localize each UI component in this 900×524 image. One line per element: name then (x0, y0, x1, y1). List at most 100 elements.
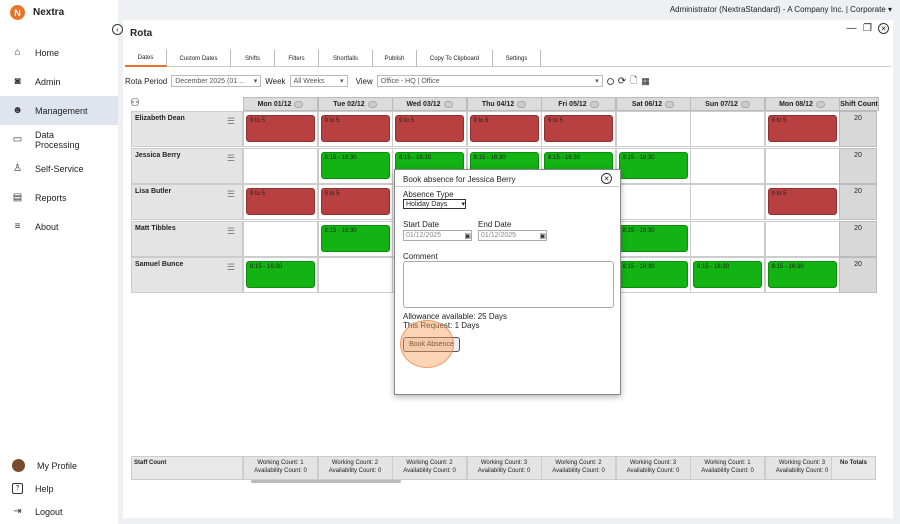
day-cell[interactable]: 8:15 - 16:30 (615, 257, 691, 293)
absence-block[interactable]: 9 to 5 (469, 115, 539, 142)
day-cell[interactable] (243, 147, 318, 184)
absence-block[interactable]: 9 to 5 (395, 115, 464, 142)
day-cell[interactable]: 8:15 - 16:30 (615, 220, 691, 257)
tab-dates[interactable]: Dates (125, 50, 167, 67)
minimize-icon[interactable]: — (846, 23, 857, 34)
sidebar-item-about[interactable]: ≡ About (0, 212, 118, 241)
day-cell[interactable]: 8:15 - 16:30 (615, 147, 691, 184)
day-cell[interactable]: 9 to 5 (392, 111, 467, 147)
sidebar-item-help[interactable]: ? Help (0, 477, 118, 500)
calendar-icon[interactable]: ▣ (464, 232, 471, 240)
week-select[interactable]: All Weeks ▾ (289, 75, 348, 87)
row-menu-icon[interactable]: ☰ (227, 226, 235, 237)
toggle-icon[interactable] (517, 100, 527, 108)
tab-filters[interactable]: Filters (275, 50, 319, 67)
toggle-icon[interactable] (589, 100, 599, 108)
close-icon[interactable]: ✕ (878, 23, 889, 34)
end-date-field[interactable]: 01/12/2025 ▣ (478, 230, 547, 241)
day-cell[interactable]: 8:15 - 16:30 (764, 257, 840, 293)
toggle-icon[interactable] (815, 100, 825, 108)
shift-block[interactable]: 8:15 - 16:30 (618, 151, 688, 179)
row-menu-icon[interactable]: ☰ (227, 262, 235, 273)
calendar-icon[interactable]: ▣ (539, 232, 546, 240)
day-cell[interactable] (243, 220, 318, 257)
absence-block[interactable]: 9 to 5 (767, 115, 837, 142)
checkbox-icon[interactable] (606, 77, 614, 85)
day-cell[interactable]: 9 to 5 (764, 111, 840, 147)
sidebar-item-admin[interactable]: ◙ Admin (0, 67, 118, 96)
absence-type-select[interactable]: Holiday Days ▾ (403, 199, 466, 209)
absence-block[interactable]: 9 to 5 (544, 115, 613, 142)
shift-block[interactable]: 8:15 - 16:30 (320, 224, 390, 252)
day-cell[interactable] (764, 147, 840, 184)
refresh-icon[interactable]: ⟳ (618, 76, 626, 87)
day-cell[interactable]: 8:15 - 16:30 (317, 220, 393, 257)
shift-block[interactable]: 8:15 - 16:30 (320, 151, 390, 179)
export-file-icon[interactable]: 🗋 (630, 73, 637, 89)
staff-group-icon[interactable]: ⚇ (130, 96, 140, 109)
day-cell[interactable]: 8:15 - 16:30 (690, 257, 765, 293)
row-menu-icon[interactable]: ☰ (227, 153, 235, 164)
sidebar-item-logout[interactable]: ⇥ Logout (0, 500, 118, 523)
day-cell[interactable] (690, 220, 765, 257)
toggle-icon[interactable] (443, 100, 453, 108)
toggle-icon[interactable] (367, 100, 377, 108)
tab-shortfalls[interactable]: Shortfalls (319, 50, 373, 67)
staff-name: Matt Tibbles (135, 224, 176, 232)
comment-textarea[interactable] (403, 261, 614, 308)
day-cell[interactable] (690, 147, 765, 184)
absence-block[interactable]: 9 to 5 (320, 115, 390, 142)
start-date-field[interactable]: 01/12/2025 ▣ (403, 230, 472, 241)
day-cell[interactable]: 9 to 5 (243, 111, 318, 147)
horizontal-scrollbar[interactable] (251, 480, 401, 483)
shift-block[interactable]: 8:15 - 16:30 (618, 224, 688, 252)
day-cell[interactable]: 9 to 5 (764, 184, 840, 220)
day-cell[interactable] (764, 220, 840, 257)
tenant-selector[interactable]: Administrator (NextraStandard) - A Compa… (670, 5, 892, 14)
sidebar-item-reports[interactable]: ▤ Reports (0, 183, 118, 212)
absence-block[interactable]: 9 to 5 (320, 188, 390, 215)
toggle-icon[interactable] (740, 100, 750, 108)
day-cell[interactable]: 8:15 - 16:30 (317, 147, 393, 184)
day-cell[interactable]: 9 to 5 (243, 184, 318, 220)
view-select[interactable]: Office - HQ | Office ▾ (376, 75, 603, 87)
sidebar-item-management[interactable]: ☻ Management (0, 96, 118, 125)
restore-icon[interactable]: ❐ (862, 23, 873, 34)
toggle-icon[interactable] (294, 100, 304, 108)
day-cell[interactable]: 9 to 5 (317, 184, 393, 220)
export-spreadsheet-icon[interactable]: ▦ (641, 76, 650, 87)
tab-publish[interactable]: Publish (373, 50, 417, 67)
sidebar-item-my-profile[interactable]: My Profile (0, 454, 118, 477)
sidebar-item-self-service[interactable]: ♙ Self-Service (0, 154, 118, 183)
sidebar-item-data-processing[interactable]: ▭ Data Processing (0, 125, 118, 154)
day-cell[interactable]: 9 to 5 (541, 111, 616, 147)
day-cell[interactable] (615, 111, 691, 147)
day-cell[interactable]: 9 to 5 (317, 111, 393, 147)
shift-block[interactable]: 8:15 - 16:30 (693, 261, 762, 288)
absence-block[interactable]: 9 to 5 (767, 188, 837, 215)
tab-custom-dates[interactable]: Custom Dates (167, 50, 231, 67)
absence-block[interactable]: 9 to 5 (246, 115, 315, 142)
collapse-sidebar-icon[interactable]: ‹ (112, 24, 123, 35)
tab-copy-to-clipboard[interactable]: Copy To Clipboard (417, 50, 493, 67)
day-cell[interactable] (317, 257, 393, 293)
day-cell[interactable] (615, 184, 691, 220)
rota-period-select[interactable]: December 2025 (01 ... ▾ (171, 75, 262, 87)
row-menu-icon[interactable]: ☰ (227, 189, 235, 200)
tab-shifts[interactable]: Shifts (231, 50, 275, 67)
shift-block[interactable]: 8:15 - 16:30 (618, 261, 688, 288)
staff-count-cell: Working Count: 1 Availability Count: 0 (690, 456, 765, 480)
toggle-icon[interactable] (665, 100, 675, 108)
tab-settings[interactable]: Settings (493, 50, 541, 67)
sidebar-item-home[interactable]: ⌂ Home (0, 38, 118, 67)
shift-block[interactable]: 8:15 - 16:30 (767, 261, 837, 288)
day-cell[interactable]: 8:15 - 16:30 (243, 257, 318, 293)
day-cell[interactable] (690, 111, 765, 147)
close-icon[interactable]: ✕ (601, 173, 612, 184)
absence-block[interactable]: 9 to 5 (246, 188, 315, 215)
day-cell[interactable]: 9 to 5 (466, 111, 542, 147)
row-menu-icon[interactable]: ☰ (227, 116, 235, 127)
day-cell[interactable] (690, 184, 765, 220)
end-date-label: End Date (478, 220, 512, 229)
shift-block[interactable]: 8:15 - 16:30 (246, 261, 315, 288)
